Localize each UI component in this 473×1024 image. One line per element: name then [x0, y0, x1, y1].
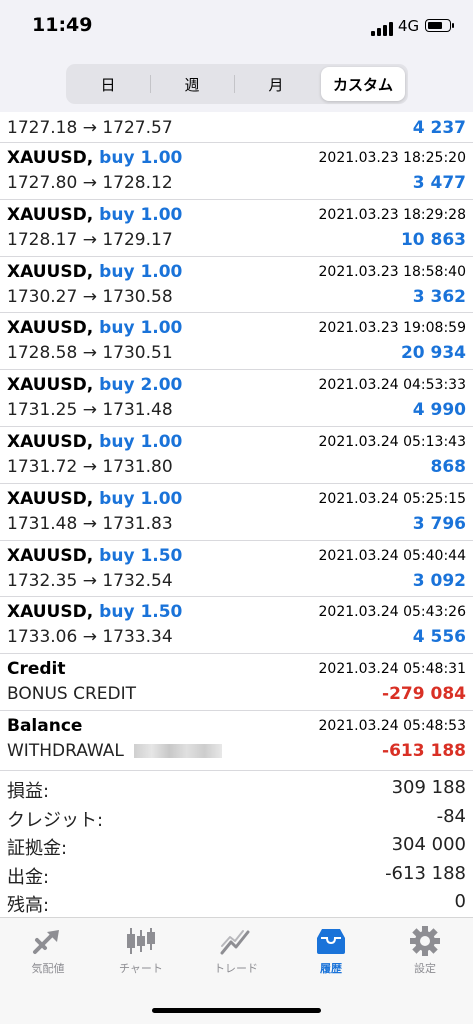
deal-profit: 3 092 [412, 570, 466, 591]
deal-profit: 3 796 [412, 513, 466, 534]
op-amount: -279 084 [382, 684, 466, 705]
deal-datetime: 2021.03.24 05:43:26 [318, 604, 467, 621]
op-comment: BONUS CREDIT [7, 684, 137, 705]
deal-row[interactable]: XAUUSD, buy 1.00 2021.03.23 18:29:28 1728… [0, 200, 473, 257]
deal-datetime: 2021.03.23 18:58:40 [318, 263, 467, 280]
deal-side: buy 1.00 [99, 318, 183, 339]
settings-icon [410, 926, 440, 956]
home-indicator[interactable] [152, 1008, 321, 1013]
tab-trade[interactable]: トレード [191, 926, 281, 986]
tab-quotes[interactable]: 気配値 [3, 926, 93, 986]
deal-datetime: 2021.03.24 05:13:43 [318, 433, 467, 450]
deal-datetime: 2021.03.23 19:08:59 [318, 320, 467, 337]
deal-profit: 4 990 [412, 400, 466, 421]
deal-side: buy 1.50 [99, 602, 183, 623]
chart-icon [127, 928, 155, 954]
deal-symbol: XAUUSD, buy 1.00 [7, 204, 183, 225]
op-datetime: 2021.03.24 05:48:31 [318, 661, 467, 678]
deal-prices: 1728.58 → 1730.51 [7, 343, 173, 364]
deal-profit: 10 863 [400, 229, 466, 250]
deal-profit: 4 237 [412, 118, 466, 138]
deal-symbol: XAUUSD, buy 1.00 [7, 148, 183, 168]
deal-profit: 4 556 [412, 627, 466, 648]
deal-side: buy 2.00 [99, 375, 183, 396]
op-type: Balance [7, 715, 83, 736]
deal-row[interactable]: XAUUSD, buy 1.00 2021.03.24 05:25:15 1731… [0, 484, 473, 541]
summary-deposit: 証拠金: 304 000 [7, 834, 466, 859]
deal-row[interactable]: XAUUSD, buy 1.00 2021.03.23 18:25:20 1727… [0, 143, 473, 200]
deal-symbol: XAUUSD, buy 2.00 [7, 375, 183, 396]
deal-prices: 1731.25 → 1731.48 [7, 400, 173, 421]
network-type: 4G [398, 17, 420, 35]
deal-profit: 3 362 [412, 286, 466, 307]
summary-balance: 残高: 0 [7, 891, 466, 916]
op-comment: WITHDRAWAL [7, 741, 222, 761]
status-time: 11:49 [32, 14, 93, 36]
op-amount: -613 188 [382, 740, 466, 761]
deal-row[interactable]: XAUUSD, buy 1.00 2021.03.24 05:13:43 1731… [0, 427, 473, 484]
deal-row[interactable]: XAUUSD, buy 1.00 2021.03.23 19:08:59 1728… [0, 313, 473, 371]
op-type: Credit [7, 659, 66, 680]
deal-profit: 20 934 [400, 343, 466, 364]
deal-prices: 1727.80 → 1728.12 [7, 173, 173, 193]
deal-row[interactable]: XAUUSD, buy 2.00 2021.03.24 04:53:33 1731… [0, 370, 473, 427]
deal-row[interactable]: 1727.18 → 1727.57 4 237 [0, 112, 473, 143]
op-datetime: 2021.03.24 05:48:53 [318, 717, 467, 734]
history-list: 1727.18 → 1727.57 4 237 XAUUSD, buy 1.00 … [0, 112, 473, 768]
balance-op-row[interactable]: Credit 2021.03.24 05:48:31 BONUS CREDIT … [0, 654, 473, 711]
deal-side: buy 1.00 [99, 148, 183, 168]
cellular-signal-icon [371, 20, 395, 36]
deal-side: buy 1.00 [99, 488, 183, 509]
period-segmented-control: 日 週 月 カスタム [66, 64, 408, 104]
deal-symbol: XAUUSD, buy 1.50 [7, 602, 183, 623]
battery-icon [425, 19, 454, 32]
redacted-text [133, 743, 222, 758]
summary-profit: 損益: 309 188 [7, 777, 466, 802]
deal-prices: 1732.35 → 1732.54 [7, 570, 173, 591]
status-bar: 11:49 4G [0, 0, 473, 58]
deal-prices: 1733.06 → 1733.34 [7, 627, 173, 648]
deal-datetime: 2021.03.23 18:29:28 [318, 206, 467, 223]
deal-symbol: XAUUSD, buy 1.00 [7, 431, 183, 452]
balance-op-row[interactable]: Balance 2021.03.24 05:48:53 WITHDRAWAL -… [0, 711, 473, 768]
deal-profit: 3 477 [412, 173, 466, 193]
deal-prices: 1728.17 → 1729.17 [7, 229, 173, 250]
history-summary: 損益: 309 188 クレジット: -84 証拠金: 304 000 出金: … [0, 770, 473, 917]
trade-icon [220, 930, 250, 955]
deal-side: buy 1.00 [99, 431, 183, 452]
history-icon [317, 929, 345, 954]
segment-day[interactable]: 日 [66, 64, 150, 104]
deal-side: buy 1.00 [99, 204, 183, 225]
deal-side: buy 1.00 [99, 261, 183, 282]
deal-symbol: XAUUSD, buy 1.00 [7, 318, 183, 339]
tab-chart[interactable]: チャート [96, 926, 186, 986]
deal-prices: 1731.72 → 1731.80 [7, 456, 173, 477]
deal-row[interactable]: XAUUSD, buy 1.50 2021.03.24 05:40:44 1732… [0, 541, 473, 598]
deal-symbol: XAUUSD, buy 1.50 [7, 545, 183, 566]
summary-credit: クレジット: -84 [7, 805, 466, 831]
deal-datetime: 2021.03.24 04:53:33 [318, 377, 467, 394]
segment-month[interactable]: 月 [234, 64, 318, 104]
deal-prices: 1730.27 → 1730.58 [7, 286, 173, 307]
deal-side: buy 1.50 [99, 545, 183, 566]
deal-datetime: 2021.03.23 18:25:20 [318, 150, 467, 166]
deal-row[interactable]: XAUUSD, buy 1.50 2021.03.24 05:43:26 1733… [0, 597, 473, 655]
deal-symbol: XAUUSD, buy 1.00 [7, 261, 183, 282]
deal-prices: 1731.48 → 1731.83 [7, 513, 173, 534]
tab-settings[interactable]: 設定 [380, 926, 470, 986]
segment-week[interactable]: 週 [150, 64, 234, 104]
deal-row[interactable]: XAUUSD, buy 1.00 2021.03.23 18:58:40 1730… [0, 257, 473, 314]
summary-withdrawal: 出金: -613 188 [7, 862, 466, 888]
deal-prices: 1727.18 → 1727.57 [7, 118, 173, 138]
period-selector-bar: 日 週 月 カスタム [0, 58, 473, 112]
deal-profit: 868 [430, 456, 467, 477]
segment-custom[interactable]: カスタム [321, 67, 405, 101]
quotes-icon [33, 930, 59, 954]
deal-datetime: 2021.03.24 05:40:44 [318, 547, 467, 564]
deal-datetime: 2021.03.24 05:25:15 [318, 490, 467, 507]
tab-history[interactable]: 履歴 [286, 926, 376, 986]
deal-symbol: XAUUSD, buy 1.00 [7, 488, 183, 509]
